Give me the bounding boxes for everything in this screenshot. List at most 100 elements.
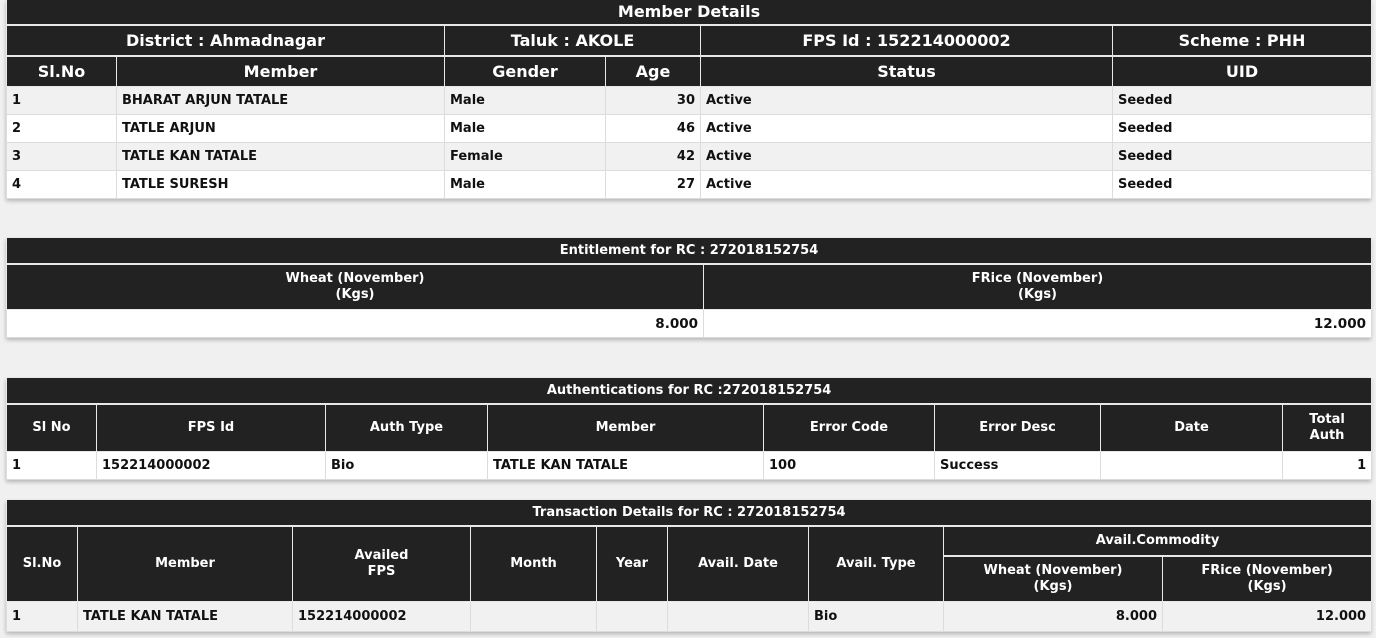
col-avail-commodity: Avail.Commodity: [942, 525, 1373, 557]
table-row: 3 TATLE KAN TATALE Female 42 Active Seed…: [6, 142, 1373, 171]
table-row: 1 152214000002 Bio TATLE KAN TATALE 100 …: [6, 451, 1373, 480]
col-error-desc: Error Desc: [934, 403, 1101, 452]
table-row: 1 TATLE KAN TATALE 152214000002 Bio 8.00…: [6, 601, 1373, 632]
cell-status: Active: [700, 142, 1113, 171]
col-member: Member: [487, 403, 764, 452]
col-date: Date: [1100, 403, 1283, 452]
col-total-auth-line2: Auth: [1309, 428, 1345, 443]
table-row: 2 TATLE ARJUN Male 46 Active Seeded: [6, 114, 1373, 143]
col-wheat-line1: Wheat (November): [285, 271, 425, 286]
col-availed-fps-line1: Availed: [354, 548, 409, 563]
member-details-table: Member Details District : Ahmadnagar Tal…: [5, 0, 1373, 199]
cell-member: TATLE KAN TATALE: [487, 451, 764, 480]
col-wheat-line2: (Kgs): [1033, 579, 1073, 594]
col-wheat: Wheat (November) (Kgs): [943, 555, 1163, 602]
col-status: Status: [700, 55, 1113, 87]
cell-member: BHARAT ARJUN TATALE: [116, 86, 445, 115]
cell-total-auth: 1: [1281, 451, 1373, 480]
cell-wheat: 8.000: [943, 601, 1163, 632]
col-frice: FRice (November) (Kgs): [1161, 555, 1373, 602]
col-avail-type: Avail. Type: [808, 525, 944, 602]
transactions-panel: Transaction Details for RC : 27201815275…: [5, 500, 1373, 632]
col-age: Age: [605, 55, 701, 87]
col-frice-line2: (Kgs): [1247, 579, 1287, 594]
col-wheat: Wheat (November) (Kgs): [6, 263, 704, 310]
col-year: Year: [596, 525, 668, 602]
cell-sl: 4: [6, 170, 117, 199]
cell-status: Active: [700, 86, 1113, 115]
cell-uid: Seeded: [1111, 142, 1373, 171]
col-member: Member: [116, 55, 445, 87]
cell-member: TATLE KAN TATALE: [77, 601, 293, 632]
cell-year: [596, 601, 668, 632]
cell-wheat: 8.000: [6, 309, 704, 338]
col-availed-fps-line2: FPS: [367, 564, 396, 579]
entitlement-title: Entitlement for RC : 272018152754: [6, 238, 1372, 265]
col-frice-line1: FRice (November): [971, 271, 1104, 286]
col-uid: UID: [1111, 55, 1373, 87]
cell-availed-fps: 152214000002: [292, 601, 471, 632]
col-availed-fps: Availed FPS: [292, 525, 471, 602]
cell-gender: Male: [444, 170, 606, 199]
cell-gender: Male: [444, 114, 606, 143]
cell-member: TATLE SURESH: [116, 170, 445, 199]
cell-age: 42: [605, 142, 701, 171]
cell-sl: 1: [6, 601, 78, 632]
cell-avail-type: Bio: [808, 601, 944, 632]
cell-sl: 3: [6, 142, 117, 171]
col-frice: FRice (November) (Kgs): [703, 263, 1372, 310]
cell-date: [1100, 451, 1283, 480]
cell-member: TATLE KAN TATALE: [116, 142, 445, 171]
col-wheat-line2: (Kgs): [335, 287, 375, 302]
cell-frice: 12.000: [1161, 601, 1373, 632]
col-sl-no: Sl.No: [6, 55, 117, 87]
col-wheat-line1: Wheat (November): [983, 563, 1123, 578]
table-row: 1 BHARAT ARJUN TATALE Male 30 Active See…: [6, 86, 1373, 115]
entitlement-table: Entitlement for RC : 272018152754 Wheat …: [6, 238, 1372, 338]
member-details-panel: Member Details District : Ahmadnagar Tal…: [5, 0, 1373, 199]
table-row: 4 TATLE SURESH Male 27 Active Seeded: [6, 170, 1373, 199]
col-gender: Gender: [444, 55, 606, 87]
col-member: Member: [77, 525, 293, 602]
cell-frice: 12.000: [703, 309, 1372, 338]
cell-error-code: 100: [763, 451, 935, 480]
authentications-panel: Authentications for RC :272018152754 Sl …: [5, 378, 1373, 480]
cell-member: TATLE ARJUN: [116, 114, 445, 143]
cell-age: 46: [605, 114, 701, 143]
authentications-table: Authentications for RC :272018152754 Sl …: [5, 378, 1373, 480]
cell-sl: 1: [6, 451, 97, 480]
cell-age: 27: [605, 170, 701, 199]
transactions-table: Transaction Details for RC : 27201815275…: [5, 500, 1373, 632]
col-total-auth-line1: Total: [1309, 412, 1345, 427]
cell-uid: Seeded: [1111, 170, 1373, 199]
district-header: District : Ahmadnagar: [6, 24, 445, 57]
fps-id-header: FPS Id : 152214000002: [700, 24, 1113, 57]
col-error-code: Error Code: [763, 403, 935, 452]
cell-uid: Seeded: [1111, 86, 1373, 115]
col-frice-line1: FRice (November): [1201, 563, 1333, 578]
col-fps-id: FPS Id: [96, 403, 326, 452]
col-auth-type: Auth Type: [325, 403, 488, 452]
cell-sl: 2: [6, 114, 117, 143]
col-avail-date: Avail. Date: [667, 525, 809, 602]
scheme-header: Scheme : PHH: [1111, 24, 1373, 57]
transactions-title: Transaction Details for RC : 27201815275…: [5, 500, 1373, 527]
cell-month: [470, 601, 597, 632]
cell-status: Active: [700, 114, 1113, 143]
cell-error-desc: Success: [934, 451, 1101, 480]
cell-avail-date: [667, 601, 809, 632]
cell-fps-id: 152214000002: [96, 451, 326, 480]
cell-gender: Male: [444, 86, 606, 115]
cell-uid: Seeded: [1111, 114, 1373, 143]
table-row: 8.000 12.000: [6, 309, 1372, 338]
cell-status: Active: [700, 170, 1113, 199]
taluk-header: Taluk : AKOLE: [444, 24, 701, 57]
col-month: Month: [470, 525, 597, 602]
cell-age: 30: [605, 86, 701, 115]
cell-gender: Female: [444, 142, 606, 171]
col-sl-no: Sl.No: [6, 525, 78, 602]
col-sl-no: Sl No: [6, 403, 97, 452]
cell-sl: 1: [6, 86, 117, 115]
entitlement-panel: Entitlement for RC : 272018152754 Wheat …: [6, 238, 1372, 338]
col-frice-line2: (Kgs): [1018, 287, 1057, 302]
